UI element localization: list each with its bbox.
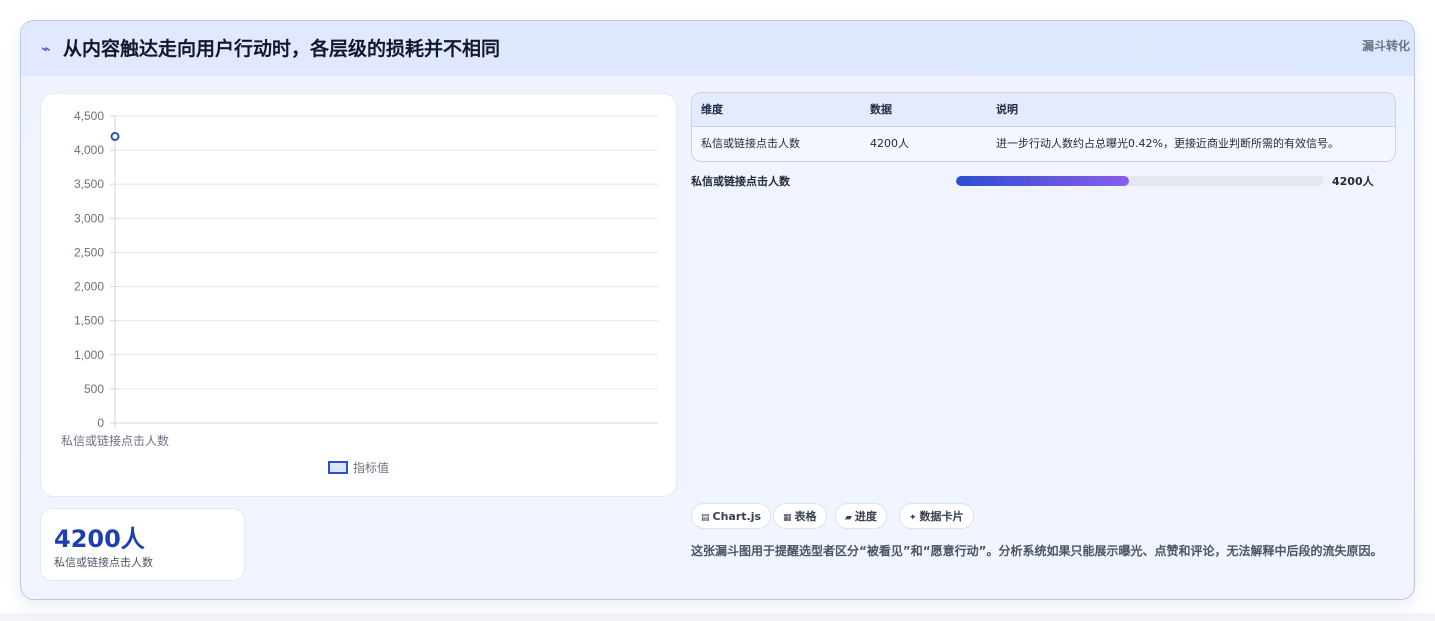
- table-cell-data: 4200人: [870, 137, 909, 150]
- chip-label: 数据卡片: [919, 510, 964, 523]
- table-icon: ▦: [783, 513, 792, 523]
- y-tick-label: 1,000: [74, 348, 104, 362]
- table-row: 私信或链接点击人数 4200人 进一步行动人数约占总曝光0.42%，更接近商业判…: [692, 127, 1395, 161]
- table-cell-dimension: 私信或链接点击人数: [701, 137, 800, 150]
- insight-card: ⌁ 从内容触达走向用户行动时，各层级的损耗并不相同 漏斗转化 0 500 1,000…: [20, 20, 1415, 600]
- table-header-dimension: 维度: [701, 103, 723, 116]
- data-point: [110, 131, 120, 141]
- progress-row: 私信或链接点击人数 4200人: [691, 171, 1394, 191]
- table-header-note: 说明: [996, 103, 1018, 116]
- progress-label: 私信或链接点击人数: [691, 175, 790, 188]
- chip-label: Chart.js: [712, 510, 762, 523]
- y-tick-label: 4,000: [74, 143, 104, 157]
- chip-progress[interactable]: ▰ 进度: [835, 503, 887, 529]
- y-tick-label: 4,500: [74, 109, 104, 123]
- legend-swatch: [328, 461, 348, 474]
- trend-line-icon: ⌁: [41, 39, 51, 58]
- progress-value: 4200人: [1332, 175, 1374, 188]
- table-cell-note: 进一步行动人数约占总曝光0.42%，更接近商业判断所需的有效信号。: [996, 137, 1339, 150]
- y-tick-label: 3,000: [74, 211, 104, 225]
- chip-table[interactable]: ▦ 表格: [773, 503, 827, 529]
- y-tick-label: 1,500: [74, 314, 104, 328]
- chart-panel: 0 500 1,000 1,500 2,000 2,500 3,000 3,500 4,000 4…: [40, 93, 677, 497]
- card-header: ⌁ 从内容触达走向用户行动时，各层级的损耗并不相同 漏斗转化: [21, 21, 1414, 76]
- progress-fill: [956, 176, 1129, 186]
- kpi-value: 4200人: [54, 525, 145, 553]
- chip-label: 进度: [854, 510, 877, 523]
- y-tick-label: 3,500: [74, 177, 104, 191]
- table-header-row: 维度 数据 说明: [692, 93, 1395, 127]
- chip-label: 表格: [794, 510, 817, 523]
- legend-label: 指标值: [353, 460, 389, 475]
- chip-data-card[interactable]: ✦ 数据卡片: [899, 503, 974, 529]
- y-tick-label: 2,000: [74, 280, 104, 294]
- page-bottom-strip: [0, 613, 1435, 621]
- page-title: 从内容触达走向用户行动时，各层级的损耗并不相同: [63, 38, 501, 60]
- y-tick-label: 0: [97, 416, 104, 430]
- description-text: 这张漏斗图用于提醒选型者区分“被看见”和“愿意行动”。分析系统如果只能展示曝光、…: [691, 544, 1383, 558]
- progress-track: [956, 176, 1324, 186]
- x-tick-label: 私信或链接点击人数: [61, 433, 169, 448]
- chip-chartjs[interactable]: ▤ Chart.js: [691, 503, 772, 529]
- kpi-card: 4200人 私信或链接点击人数: [40, 508, 245, 581]
- chart-icon: ▤: [701, 513, 710, 523]
- sparkle-icon: ✦: [909, 513, 917, 523]
- line-chart: 0 500 1,000 1,500 2,000 2,500 3,000 3,500 4,000 4…: [61, 109, 658, 475]
- kpi-label: 私信或链接点击人数: [54, 556, 153, 569]
- data-table: 维度 数据 说明 私信或链接点击人数 4200人 进一步行动人数约占总曝光0.4…: [691, 92, 1396, 162]
- y-tick-label: 2,500: [74, 245, 104, 259]
- table-header-data: 数据: [870, 103, 892, 116]
- progress-icon: ▰: [845, 513, 852, 523]
- y-tick-label: 500: [84, 382, 104, 396]
- category-tag: 漏斗转化: [1361, 39, 1410, 53]
